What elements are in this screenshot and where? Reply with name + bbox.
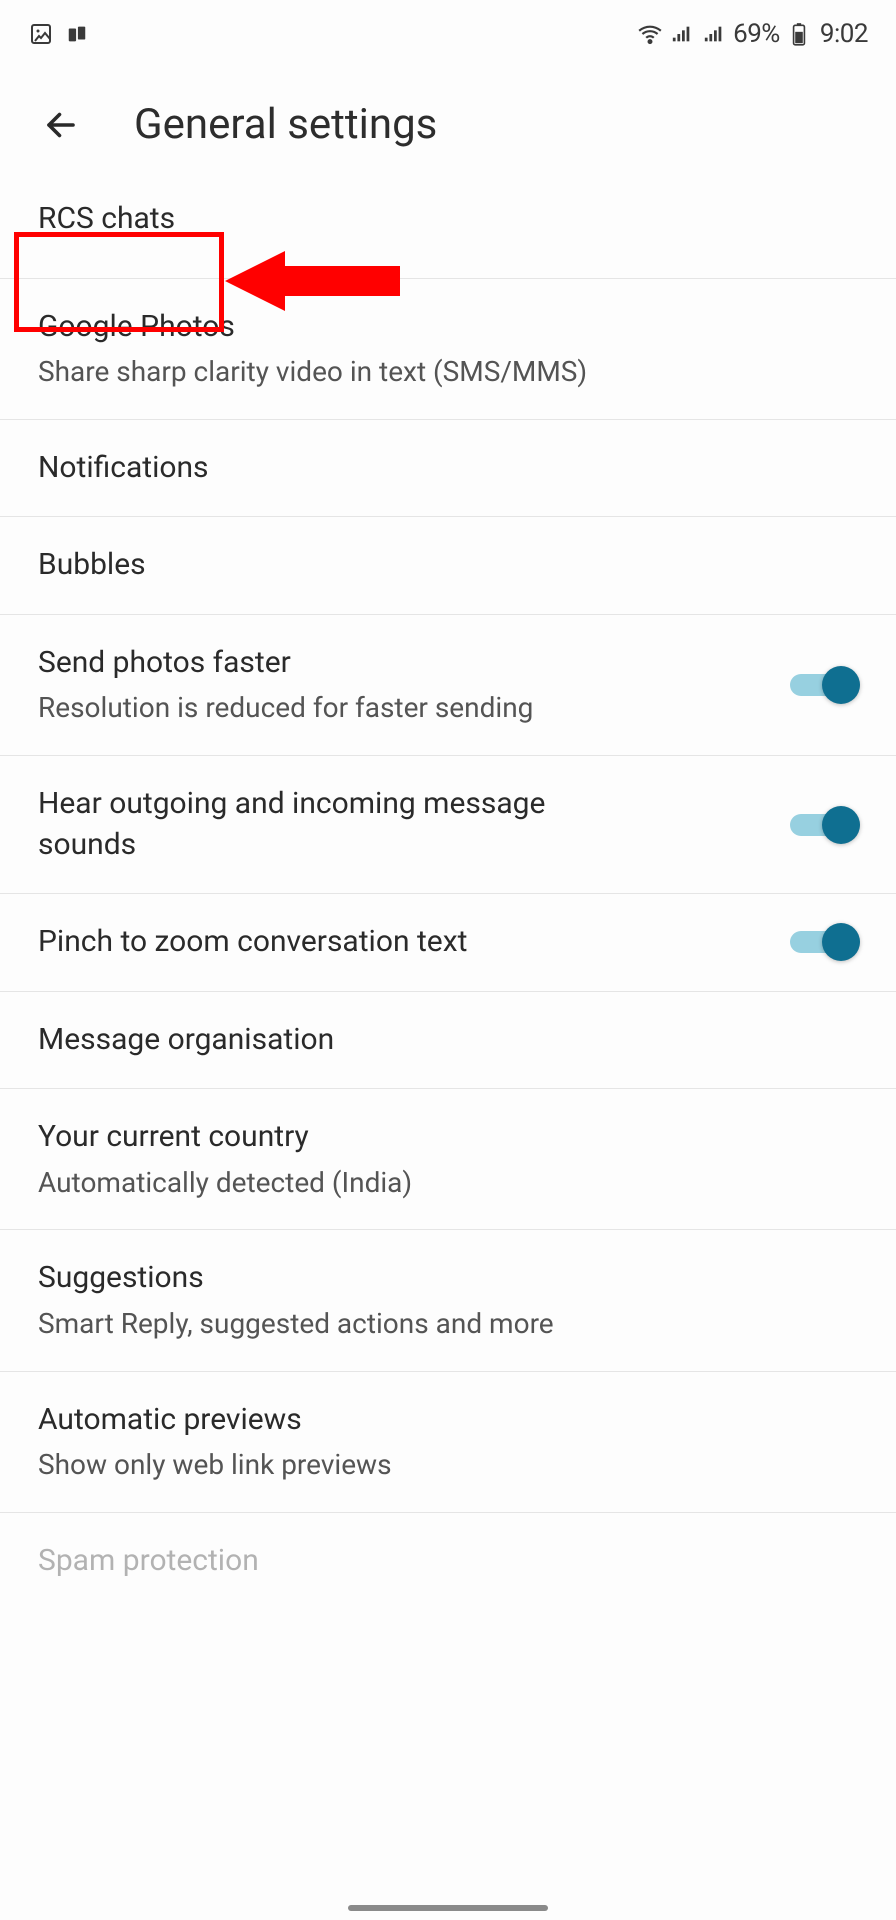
sim-icon	[64, 21, 90, 47]
toggle-pinch-zoom[interactable]	[790, 923, 860, 961]
setting-title: Notifications	[38, 448, 864, 489]
status-left-icons	[28, 21, 90, 47]
setting-current-country[interactable]: Your current country Automatically detec…	[0, 1089, 896, 1230]
toggle-send-photos-faster[interactable]	[790, 666, 860, 704]
setting-message-organisation[interactable]: Message organisation	[0, 992, 896, 1090]
setting-title: Google Photos	[38, 307, 864, 348]
toggle-message-sounds[interactable]	[790, 806, 860, 844]
setting-automatic-previews[interactable]: Automatic previews Show only web link pr…	[0, 1372, 896, 1513]
setting-google-photos[interactable]: Google Photos Share sharp clarity video …	[0, 279, 896, 420]
clock-time: 9:02	[820, 19, 868, 49]
setting-rcs-chats[interactable]: RCS chats	[0, 189, 896, 279]
wifi-icon	[637, 21, 663, 47]
setting-subtitle: Show only web link previews	[38, 1446, 864, 1484]
setting-subtitle: Resolution is reduced for faster sending	[38, 689, 770, 727]
gallery-icon	[28, 21, 54, 47]
settings-list: RCS chats Google Photos Share sharp clar…	[0, 189, 896, 1609]
setting-bubbles[interactable]: Bubbles	[0, 517, 896, 615]
setting-message-sounds[interactable]: Hear outgoing and incoming message sound…	[0, 756, 896, 894]
setting-subtitle: Automatically detected (India)	[38, 1164, 864, 1202]
setting-subtitle: Smart Reply, suggested actions and more	[38, 1305, 864, 1343]
setting-spam-protection[interactable]: Spam protection	[0, 1513, 896, 1610]
signal-icon-1	[669, 21, 695, 47]
setting-title: Hear outgoing and incoming message sound…	[38, 784, 598, 865]
status-bar: 69% 9:02	[0, 0, 896, 62]
setting-title: Bubbles	[38, 545, 864, 586]
battery-percent: 69%	[733, 19, 780, 49]
setting-title: Spam protection	[38, 1541, 864, 1582]
back-arrow-icon[interactable]	[40, 104, 82, 146]
setting-notifications[interactable]: Notifications	[0, 420, 896, 518]
nav-pill[interactable]	[348, 1905, 548, 1911]
setting-pinch-zoom[interactable]: Pinch to zoom conversation text	[0, 894, 896, 992]
setting-title: Suggestions	[38, 1258, 864, 1299]
setting-suggestions[interactable]: Suggestions Smart Reply, suggested actio…	[0, 1230, 896, 1371]
app-header: General settings	[0, 62, 896, 189]
battery-icon	[786, 21, 812, 47]
navigation-bar	[0, 1896, 896, 1920]
setting-send-photos-faster[interactable]: Send photos faster Resolution is reduced…	[0, 615, 896, 756]
setting-subtitle: Share sharp clarity video in text (SMS/M…	[38, 353, 864, 391]
setting-title: Pinch to zoom conversation text	[38, 922, 770, 963]
setting-title: RCS chats	[38, 199, 864, 240]
page-title: General settings	[134, 100, 437, 149]
setting-title: Your current country	[38, 1117, 864, 1158]
setting-title: Send photos faster	[38, 643, 770, 684]
setting-title: Automatic previews	[38, 1400, 864, 1441]
status-right-icons: 69% 9:02	[637, 19, 868, 49]
signal-icon-2	[701, 21, 727, 47]
setting-title: Message organisation	[38, 1020, 864, 1061]
